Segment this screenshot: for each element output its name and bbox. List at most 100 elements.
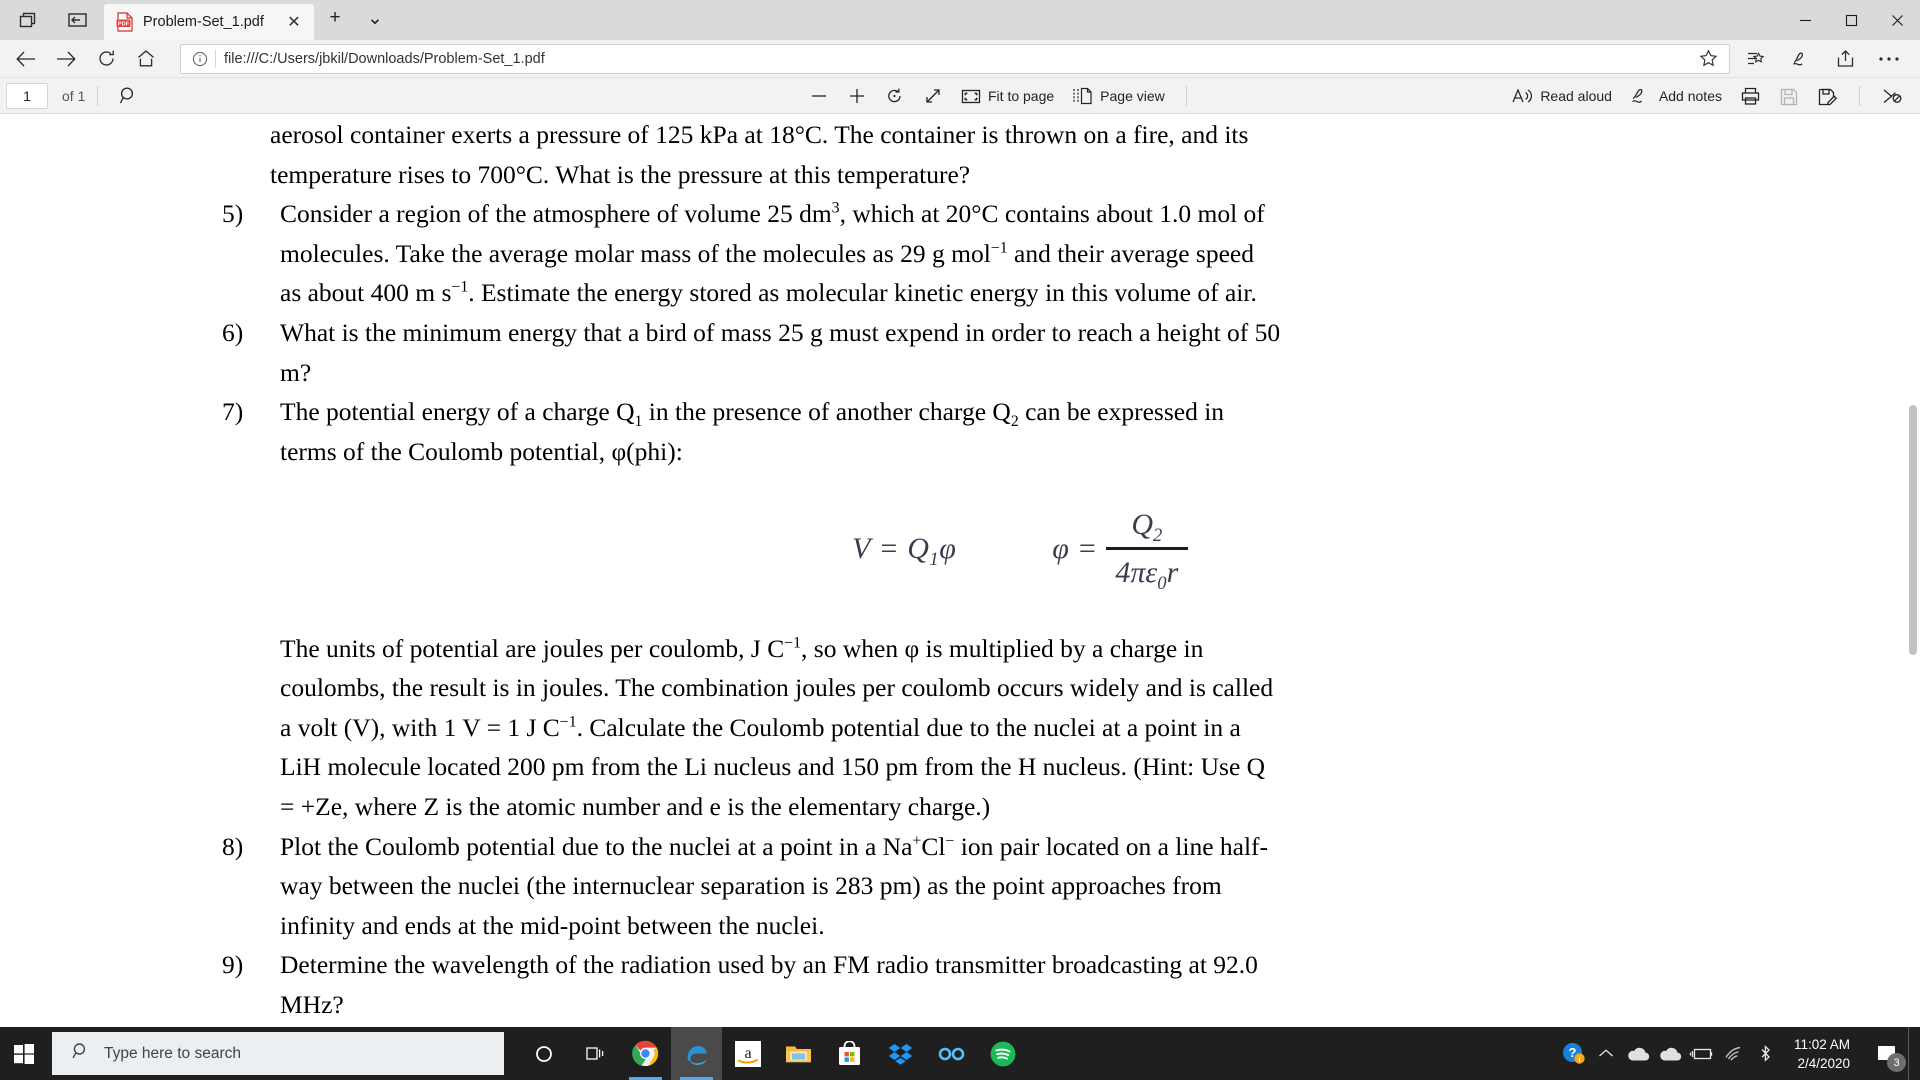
fit-to-page-label: Fit to page bbox=[988, 88, 1055, 104]
doc-line: The potential energy of a charge Q1 in t… bbox=[280, 397, 1225, 431]
windows-taskbar: Type here to search a ? i 11:02 AM 2/4/2… bbox=[0, 1027, 1920, 1080]
task-view-icon[interactable] bbox=[569, 1027, 620, 1080]
page-view-button[interactable]: Page view bbox=[1063, 81, 1174, 111]
amazon-icon[interactable]: a bbox=[722, 1027, 773, 1080]
question-item-6: 6) What is the minimum energy that a bir… bbox=[222, 313, 1730, 392]
save-icon[interactable] bbox=[1770, 81, 1808, 111]
doc-line: a volt (V), with 1 V = 1 J C−1. Calculat… bbox=[280, 712, 1241, 742]
microsoft-store-icon[interactable] bbox=[824, 1027, 875, 1080]
browser-address-bar: file:///C:/Users/jbkil/Downloads/Problem… bbox=[0, 40, 1920, 78]
windows-start-icon[interactable] bbox=[0, 1027, 48, 1080]
refresh-icon[interactable] bbox=[86, 42, 126, 76]
doc-line: The units of potential are joules per co… bbox=[280, 633, 1204, 663]
equation-equals: = bbox=[870, 532, 908, 566]
svg-text:a: a bbox=[744, 1045, 751, 1062]
title-bar-left-icons bbox=[0, 0, 104, 40]
fit-width-icon[interactable] bbox=[914, 81, 952, 111]
taskbar-clock[interactable]: 11:02 AM 2/4/2020 bbox=[1782, 1027, 1864, 1080]
bluetooth-icon[interactable] bbox=[1750, 1027, 1782, 1080]
print-icon[interactable] bbox=[1731, 81, 1770, 111]
address-bar-actions bbox=[1736, 42, 1910, 76]
tab-preview-icon[interactable] bbox=[10, 4, 46, 36]
taskbar-app-icons: a bbox=[518, 1027, 1028, 1080]
question-item-9: 9) Determine the wavelength of the radia… bbox=[222, 945, 1730, 1024]
help-question-icon[interactable]: ? i bbox=[1558, 1027, 1590, 1080]
close-tab-icon[interactable]: ✕ bbox=[282, 10, 306, 34]
page-number-input[interactable]: 1 bbox=[6, 82, 48, 109]
browser-title-bar: PDF Problem-Set_1.pdf ✕ + ⌄ bbox=[0, 0, 1920, 40]
add-notes-label: Add notes bbox=[1658, 88, 1722, 104]
doc-line: terms of the Coulomb potential, φ(phi): bbox=[280, 436, 683, 466]
page-view-label: Page view bbox=[1100, 88, 1165, 104]
spotify-icon[interactable] bbox=[977, 1027, 1028, 1080]
tab-dropdown-icon[interactable]: ⌄ bbox=[360, 4, 390, 32]
file-explorer-icon[interactable] bbox=[773, 1027, 824, 1080]
url-text: file:///C:/Users/jbkil/Downloads/Problem… bbox=[224, 50, 545, 67]
battery-charging-icon[interactable] bbox=[1686, 1027, 1718, 1080]
new-tab-button[interactable]: + bbox=[320, 4, 350, 32]
save-as-icon[interactable] bbox=[1808, 81, 1847, 111]
question-item-8: 8) Plot the Coulomb potential due to the… bbox=[222, 827, 1730, 946]
document-scrollbar[interactable] bbox=[1906, 115, 1920, 1027]
question-number: 6) bbox=[222, 317, 244, 347]
doc-line: molecules. Take the average molar mass o… bbox=[280, 238, 1254, 268]
infinity-icon[interactable] bbox=[926, 1027, 977, 1080]
share-icon[interactable] bbox=[1824, 42, 1866, 76]
web-notes-icon[interactable] bbox=[1780, 42, 1822, 76]
question-number: 8) bbox=[222, 831, 244, 861]
set-tabs-aside-icon[interactable] bbox=[60, 4, 96, 36]
scrollbar-thumb[interactable] bbox=[1909, 405, 1917, 655]
maximize-button[interactable] bbox=[1828, 0, 1874, 40]
home-icon[interactable] bbox=[126, 42, 166, 76]
close-window-button[interactable] bbox=[1874, 0, 1920, 40]
pdf-document-viewport[interactable]: aerosol container exerts a pressure of 1… bbox=[0, 115, 1920, 1027]
search-icon[interactable] bbox=[110, 81, 147, 111]
wifi-icon[interactable] bbox=[1718, 1027, 1750, 1080]
read-aloud-button[interactable]: Read aloud bbox=[1502, 81, 1621, 111]
onedrive-cloud-icon[interactable] bbox=[1622, 1027, 1654, 1080]
more-ellipsis-icon[interactable] bbox=[1868, 42, 1910, 76]
taskbar-search-box[interactable]: Type here to search bbox=[52, 1032, 504, 1075]
chrome-icon[interactable] bbox=[620, 1027, 671, 1080]
question-text: Plot the Coulomb potential due to the nu… bbox=[280, 827, 1730, 946]
unpin-icon[interactable] bbox=[1872, 81, 1912, 111]
system-tray: ? i 11:02 AM 2/4/2020 3 bbox=[1558, 1027, 1920, 1080]
doc-line: coulombs, the result is in joules. The c… bbox=[280, 673, 1274, 703]
forward-arrow-icon[interactable] bbox=[46, 42, 86, 76]
fraction: Q2 4πε0r bbox=[1105, 505, 1188, 593]
onedrive-cloud-icon[interactable] bbox=[1654, 1027, 1686, 1080]
doc-line: as about 400 m s−1. Estimate the energy … bbox=[280, 278, 1257, 308]
chevron-up-icon[interactable] bbox=[1590, 1027, 1622, 1080]
favorites-list-icon[interactable] bbox=[1736, 42, 1778, 76]
search-placeholder-text: Type here to search bbox=[104, 1044, 241, 1062]
back-arrow-icon[interactable] bbox=[6, 42, 46, 76]
edge-icon[interactable] bbox=[671, 1027, 722, 1080]
fraction-numerator: Q2 bbox=[1131, 508, 1163, 547]
rotate-icon[interactable] bbox=[876, 81, 914, 111]
equation-rhs: Q1φ bbox=[907, 532, 957, 571]
zoom-in-button[interactable] bbox=[838, 81, 876, 111]
fit-to-page-button[interactable]: Fit to page bbox=[952, 81, 1063, 111]
url-divider bbox=[215, 49, 216, 68]
zoom-out-button[interactable] bbox=[800, 81, 838, 111]
question-number: 5) bbox=[222, 199, 244, 229]
info-icon[interactable] bbox=[189, 48, 211, 70]
question-text: Determine the wavelength of the radiatio… bbox=[280, 945, 1730, 1024]
show-desktop-button[interactable] bbox=[1908, 1027, 1916, 1080]
star-icon[interactable] bbox=[1693, 46, 1723, 72]
question-item-5: 5) Consider a region of the atmosphere o… bbox=[222, 194, 1730, 313]
read-aloud-label: Read aloud bbox=[1540, 88, 1612, 104]
toolbar-divider-2 bbox=[1185, 86, 1187, 106]
question-number: 9) bbox=[222, 950, 244, 980]
browser-tab[interactable]: PDF Problem-Set_1.pdf ✕ bbox=[104, 4, 314, 40]
url-box[interactable]: file:///C:/Users/jbkil/Downloads/Problem… bbox=[180, 43, 1730, 74]
notification-icon[interactable]: 3 bbox=[1864, 1027, 1908, 1080]
add-notes-button[interactable]: Add notes bbox=[1621, 81, 1731, 111]
minimize-button[interactable] bbox=[1782, 0, 1828, 40]
partial-paragraph-top: aerosol container exerts a pressure of 1… bbox=[270, 115, 1730, 194]
cortana-icon[interactable] bbox=[518, 1027, 569, 1080]
dropbox-icon[interactable] bbox=[875, 1027, 926, 1080]
toolbar-divider-3 bbox=[1859, 86, 1860, 106]
doc-line: Plot the Coulomb potential due to the nu… bbox=[280, 831, 1269, 861]
toolbar-divider bbox=[97, 85, 99, 106]
